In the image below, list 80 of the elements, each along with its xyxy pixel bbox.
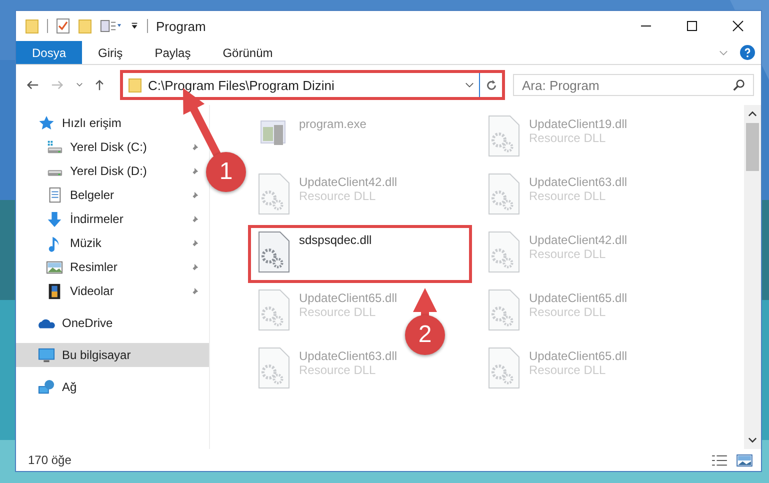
download-icon [46,210,63,228]
star-icon [38,114,55,132]
nav-label: İndirmeler [70,212,124,226]
nav-item[interactable]: Resimler [16,255,209,279]
file-item[interactable]: sdspsqdec.dll [248,225,472,283]
pin-icon[interactable] [190,166,199,176]
pin-icon[interactable] [190,238,199,248]
pin-icon[interactable] [190,190,199,200]
maximize-icon [686,20,698,32]
search-icon [733,79,745,91]
nav-label: Yerel Disk (C:) [70,140,147,154]
large-icons-view-icon[interactable] [736,454,753,466]
close-icon [732,20,744,32]
nav-item[interactable]: Hızlı erişim [16,111,209,135]
nav-item[interactable]: Yerel Disk (D:) [16,159,209,183]
nav-label: Hızlı erişim [62,116,122,130]
nav-label: Müzik [70,236,102,250]
scroll-down-icon[interactable] [748,437,757,443]
nav-item[interactable]: Belgeler [16,183,209,207]
file-name: sdspsqdec.dll [299,233,372,247]
file-name: program.exe [299,117,366,131]
pin-icon[interactable] [190,214,199,224]
pin-icon[interactable] [190,142,199,152]
item-count: 170 öğe [28,453,72,467]
nav-label: Videolar [70,284,114,298]
file-name: UpdateClient65.dll [299,291,398,305]
nav-item[interactable]: Ağ [16,375,209,399]
nav-item[interactable]: Yerel Disk (C:) [16,135,209,159]
nav-label: Bu bilgisayar [62,348,131,362]
pin-icon[interactable] [190,262,199,272]
file-name: UpdateClient42.dll [299,175,398,189]
address-path: C:\Program Files\Program Dizini [148,78,334,92]
scroll-up-icon[interactable] [748,111,757,117]
file-name: UpdateClient65.dll [529,291,628,305]
minimize-icon [640,25,652,27]
system-drive-icon [46,138,63,156]
help-icon[interactable] [740,45,755,60]
nav-item[interactable]: Bu bilgisayar [16,343,209,367]
file-name: UpdateClient42.dll [529,233,628,247]
details-view-icon[interactable] [711,454,728,466]
nav-label: Resimler [70,260,118,274]
file-name: UpdateClient63.dll [529,175,628,189]
recent-caret-icon[interactable] [76,82,83,88]
ribbon-tab[interactable]: Paylaş [138,41,207,64]
nav-item[interactable]: Müzik [16,231,209,255]
search-field[interactable]: Ara: Program [513,74,754,96]
pin-icon[interactable] [190,286,199,296]
nav-label: Ağ [62,380,77,394]
dropdown-caret-icon[interactable] [465,82,474,88]
forward-arrow-icon[interactable] [51,79,64,91]
ribbon-tab[interactable]: Görünüm [206,41,289,64]
nav-item[interactable]: OneDrive [16,311,209,335]
up-arrow-icon[interactable] [93,79,106,91]
network-icon [38,378,55,396]
expand-ribbon-icon[interactable] [719,50,728,56]
scrollbar-thumb[interactable] [746,123,759,171]
video-icon [46,282,63,300]
computer-icon [38,346,55,364]
scrollbar[interactable] [744,105,761,449]
properties-icon[interactable] [100,18,122,34]
file-name: UpdateClient65.dll [529,349,628,363]
refresh-icon [484,78,498,92]
nav-label: OneDrive [62,316,113,330]
nav-label: Belgeler [70,188,114,202]
window-title: Program [156,18,206,34]
checklist-icon[interactable] [56,18,70,34]
file-name: UpdateClient19.dll [529,117,628,131]
drive-icon [46,169,63,177]
nav-item[interactable]: İndirmeler [16,207,209,231]
customize-caret-icon[interactable] [130,21,139,31]
folder-icon[interactable] [25,18,39,34]
nav-item[interactable]: Videolar [16,279,209,303]
pictures-icon [46,258,63,276]
folder-icon[interactable] [78,18,92,34]
ribbon-tab[interactable]: Dosya [16,41,82,64]
nav-label: Yerel Disk (D:) [70,164,147,178]
folder-icon [128,77,142,93]
file-name: UpdateClient63.dll [299,349,398,363]
ribbon-tab[interactable]: Giriş [82,41,139,64]
back-arrow-icon[interactable] [26,79,39,91]
